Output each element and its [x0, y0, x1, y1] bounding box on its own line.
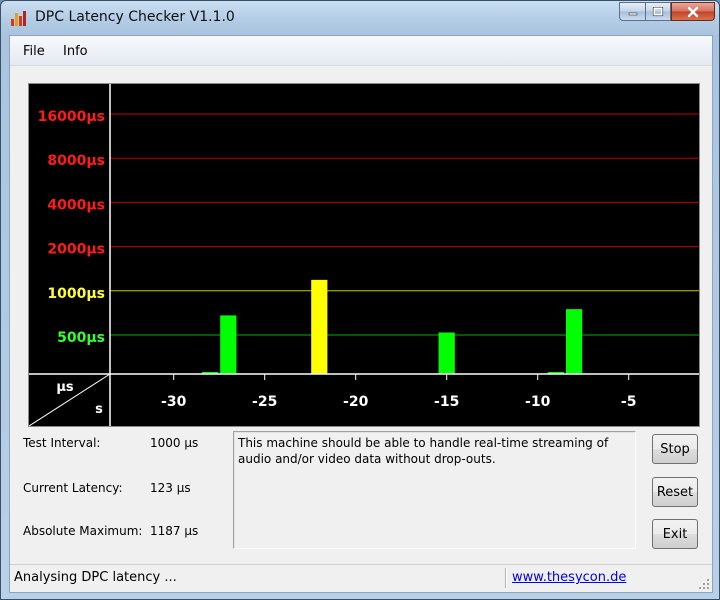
- minimize-button[interactable]: [619, 2, 645, 21]
- maximize-button[interactable]: [645, 2, 671, 21]
- latency-bar: [438, 332, 455, 374]
- website-link[interactable]: www.thesycon.de: [512, 570, 626, 585]
- latency-chart-panel: 16000µs 8000µs 4000µs 2000µs 1000µs 500µs µs s -…: [28, 83, 700, 427]
- menu-bar: File Info: [10, 36, 712, 66]
- close-button[interactable]: [671, 2, 715, 21]
- menu-info[interactable]: Info: [63, 44, 88, 59]
- window-title: DPC Latency Checker V1.1.0: [35, 9, 235, 25]
- x-tick-label: -30: [161, 394, 187, 410]
- test-interval-label: Test Interval:: [23, 436, 101, 450]
- client-area: File Info 16000µs 8000µs 4000µs 2000µs 1000µ…: [9, 35, 713, 593]
- reset-button[interactable]: Reset: [652, 477, 698, 507]
- latency-bar: [311, 279, 328, 374]
- status-bar: Analysing DPC latency ... www.thesycon.d…: [10, 564, 712, 592]
- x-tick-label: -5: [621, 394, 637, 410]
- caption-buttons: [619, 2, 715, 22]
- latency-bar: [220, 315, 237, 374]
- y-tick-label: 2000µs: [47, 242, 105, 258]
- absolute-maximum-value: 1187 µs: [150, 524, 199, 538]
- current-latency-value: 123 µs: [150, 481, 191, 495]
- status-message-box: This machine should be able to handle re…: [233, 431, 636, 549]
- y-tick-label: 16000µs: [38, 109, 105, 125]
- close-icon: [687, 6, 699, 17]
- x-tick-label: -10: [525, 394, 551, 410]
- y-tick-label: 8000µs: [47, 153, 105, 169]
- app-bars-icon: [11, 11, 26, 26]
- status-message: This machine should be able to handle re…: [238, 436, 609, 466]
- current-latency-label: Current Latency:: [23, 481, 123, 495]
- status-divider: [505, 568, 506, 588]
- y-unit-label: µs: [56, 380, 74, 395]
- absolute-maximum-label: Absolute Maximum:: [23, 524, 143, 538]
- title-bar[interactable]: DPC Latency Checker V1.1.0: [1, 1, 719, 35]
- x-tick-label: -20: [343, 394, 369, 410]
- app-window: DPC Latency Checker V1.1.0 File Info 160…: [0, 0, 720, 600]
- x-tick-label: -15: [434, 394, 459, 410]
- test-interval-value: 1000 µs: [150, 436, 199, 450]
- latency-chart: 16000µs 8000µs 4000µs 2000µs 1000µs 500µs µs s -…: [29, 84, 699, 426]
- maximize-icon: [652, 6, 664, 16]
- menu-file[interactable]: File: [23, 44, 45, 59]
- resize-grip-icon[interactable]: [698, 578, 710, 590]
- minimize-icon: [628, 12, 637, 15]
- stop-button[interactable]: Stop: [652, 434, 698, 464]
- y-tick-label: 4000µs: [47, 197, 105, 213]
- x-tick-label: -25: [252, 394, 277, 410]
- y-tick-label: 1000µs: [47, 286, 105, 302]
- exit-button[interactable]: Exit: [652, 519, 698, 549]
- y-tick-label: 500µs: [57, 330, 105, 346]
- x-unit-label: s: [95, 402, 103, 417]
- status-text: Analysing DPC latency ...: [14, 570, 177, 585]
- latency-bar: [566, 309, 583, 374]
